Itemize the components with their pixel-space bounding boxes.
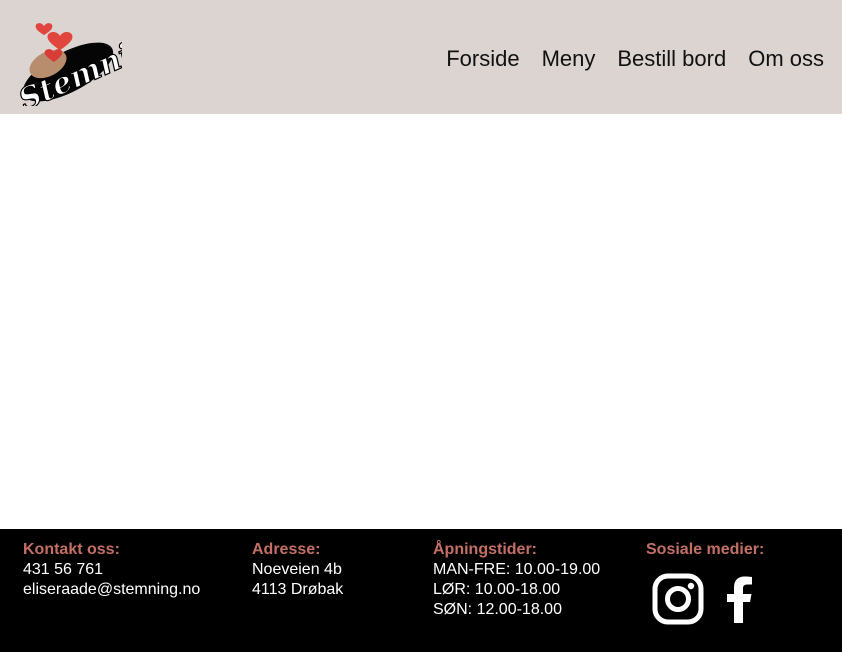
footer-hours: Åpningstider: MAN-FRE: 10.00-19.00 LØR: … (433, 540, 600, 620)
address-heading: Adresse: (252, 541, 321, 558)
hours-heading: Åpningstider: (433, 541, 537, 558)
social-heading: Sosiale medier: (646, 541, 765, 558)
footer-address: Adresse: Noeveien 4b 4113 Drøbak (252, 540, 343, 600)
footer-social: Sosiale medier: (646, 540, 764, 560)
main-content (0, 114, 842, 529)
nav-item-bestill-bord[interactable]: Bestill bord (617, 44, 726, 74)
hours-sunday: SØN: 12.00-18.00 (433, 601, 562, 618)
instagram-icon[interactable] (652, 573, 704, 630)
stemning-logo[interactable]: Stemning (10, 12, 177, 119)
logo-graphic: Stemning (13, 20, 177, 119)
address-city: 4113 Drøbak (252, 581, 344, 598)
contact-email[interactable]: eliseraade@stemning.no (23, 580, 200, 600)
nav-item-forside[interactable]: Forside (446, 44, 519, 74)
site-header: Stemning Forside Meny Bestill bord Om os… (0, 0, 842, 119)
contact-phone[interactable]: 431 56 761 (23, 560, 200, 580)
contact-heading: Kontakt oss: (23, 541, 120, 558)
hours-weekdays: MAN-FRE: 10.00-19.00 (433, 561, 601, 578)
address-street: Noeveien 4b (252, 561, 342, 578)
social-icons (652, 573, 754, 630)
nav-item-om-oss[interactable]: Om oss (748, 44, 824, 74)
facebook-icon[interactable] (724, 575, 754, 628)
hours-saturday: LØR: 10.00-18.00 (433, 581, 561, 598)
site-footer: Kontakt oss: 431 56 761 eliseraade@stemn… (0, 529, 842, 652)
main-nav: Forside Meny Bestill bord Om oss (446, 44, 824, 74)
nav-item-meny[interactable]: Meny (542, 44, 596, 74)
footer-contact: Kontakt oss: 431 56 761 eliseraade@stemn… (23, 540, 200, 600)
